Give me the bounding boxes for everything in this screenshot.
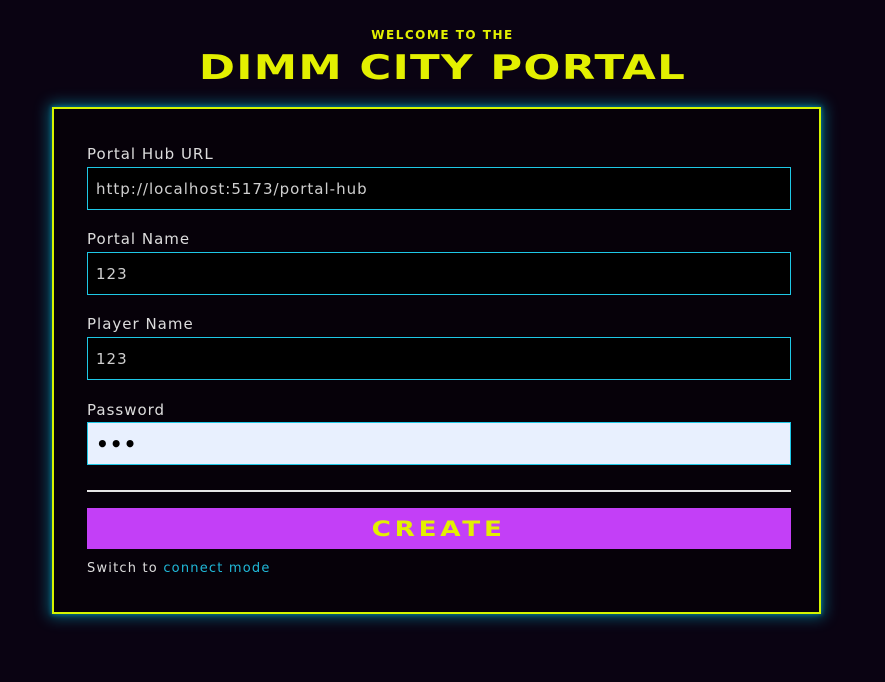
- switch-prefix-text: Switch to: [87, 561, 158, 576]
- player-name-input[interactable]: [87, 337, 791, 380]
- player-name-label: Player Name: [87, 315, 194, 333]
- portal-name-input[interactable]: [87, 252, 791, 295]
- welcome-subtitle: WELCOME TO THE: [371, 28, 514, 42]
- portal-header: WELCOME TO THE DIMM CITY PORTAL: [0, 26, 885, 88]
- portal-title: DIMM CITY PORTAL: [198, 48, 687, 88]
- portal-form-card: Portal Hub URL Portal Name Player Name P…: [52, 107, 821, 614]
- form-divider: [87, 490, 791, 492]
- portal-hub-url-input[interactable]: [87, 167, 791, 210]
- create-button[interactable]: CREATE: [87, 508, 791, 549]
- password-input[interactable]: [87, 422, 791, 465]
- portal-hub-url-label: Portal Hub URL: [87, 145, 214, 163]
- portal-name-label: Portal Name: [87, 230, 191, 248]
- create-button-label: CREATE: [371, 516, 507, 541]
- mode-switch-row: Switch to connect mode: [87, 561, 271, 577]
- password-label: Password: [87, 401, 166, 419]
- connect-mode-link[interactable]: connect mode: [163, 561, 270, 576]
